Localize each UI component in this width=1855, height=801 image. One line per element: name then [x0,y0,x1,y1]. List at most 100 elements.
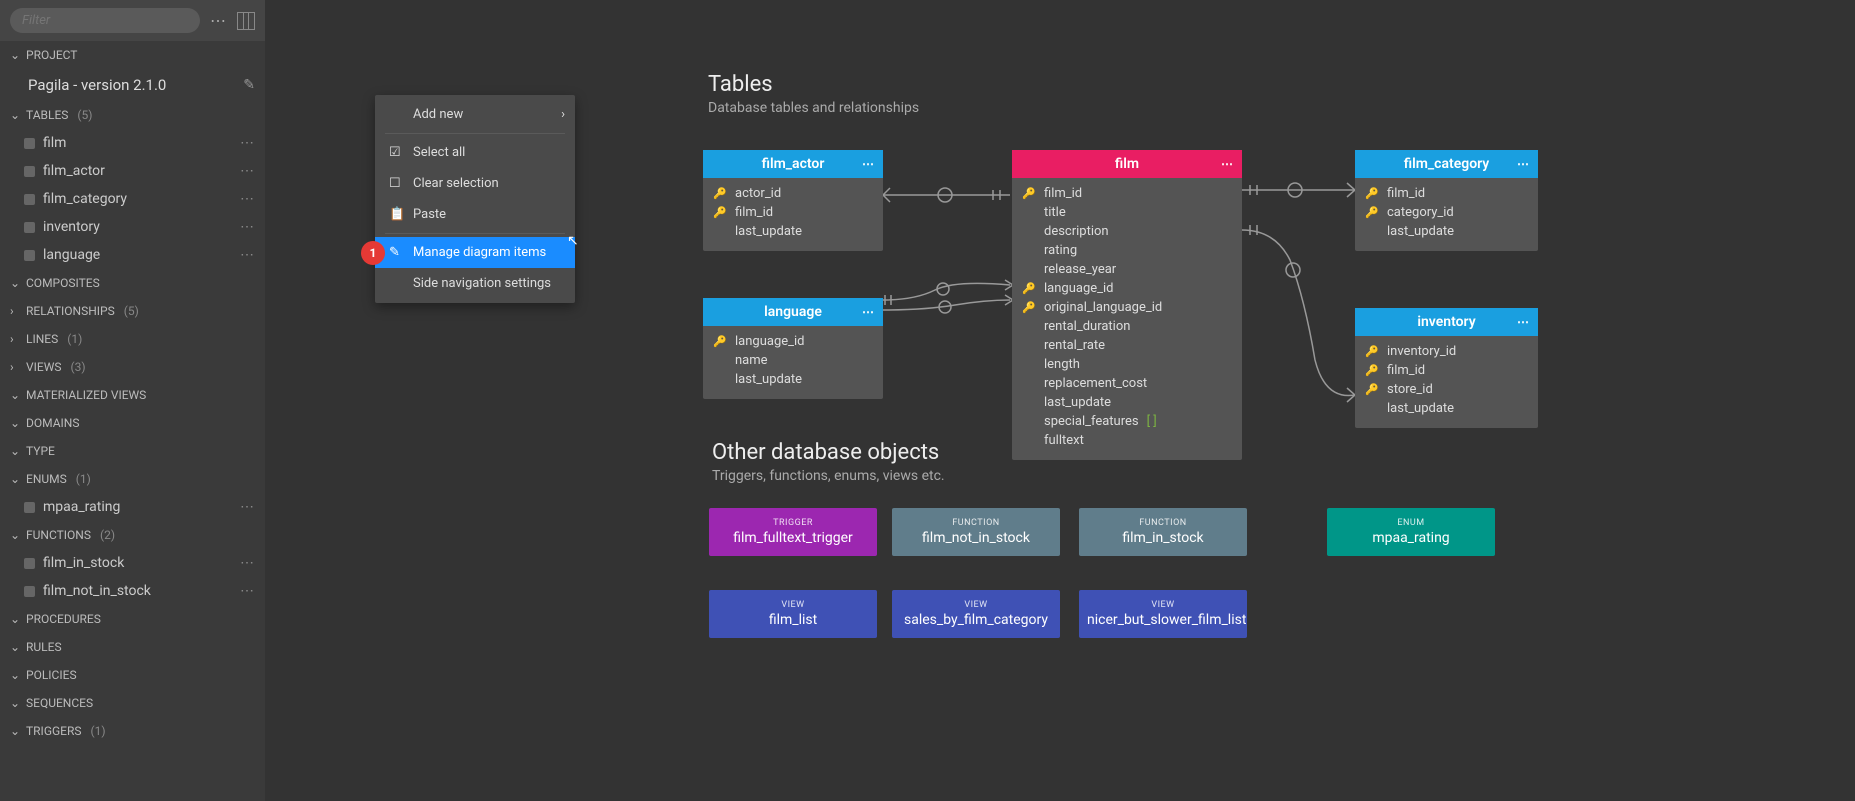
table-card-film[interactable]: film⋯ 🔑film_idtitledescriptionratingrelea… [1012,150,1242,460]
tree-item[interactable]: film⋯ [0,129,265,157]
object-card[interactable]: VIEWfilm_list [709,590,877,638]
table-header[interactable]: film⋯ [1012,150,1242,178]
table-column[interactable]: 🔑language_id [1022,279,1232,298]
table-column[interactable]: last_update [1365,222,1528,241]
table-header[interactable]: inventory⋯ [1355,308,1538,336]
menu-manage-diagram[interactable]: 1 ✎ Manage diagram items [375,237,575,268]
tree-header[interactable]: ⌄COMPOSITES [0,269,265,297]
tree-header[interactable]: ⌄TABLES (5) [0,101,265,129]
edit-icon[interactable]: ✎ [243,77,255,93]
tree-header[interactable]: ⌄ENUMS (1) [0,465,265,493]
table-column[interactable]: last_update [1022,393,1232,412]
column-name: name [735,353,768,368]
columns-icon[interactable] [237,12,255,30]
tree-header[interactable]: ⌄FUNCTIONS (2) [0,521,265,549]
table-column[interactable]: rental_duration [1022,317,1232,336]
tree-item[interactable]: film_actor⋯ [0,157,265,185]
more-icon[interactable]: ⋯ [862,157,875,171]
tree-item[interactable]: inventory⋯ [0,213,265,241]
table-column[interactable]: last_update [713,370,873,389]
menu-paste[interactable]: 📋 Paste [375,199,575,230]
menu-add-new[interactable]: Add new › [375,99,575,130]
tree-count: (2) [97,528,115,542]
more-icon[interactable]: ⋯ [240,163,255,179]
table-column[interactable]: 🔑actor_id [713,184,873,203]
tree-header[interactable]: ⌄DOMAINS [0,409,265,437]
more-icon[interactable]: ⋯ [1517,157,1530,171]
table-column[interactable]: last_update [713,222,873,241]
table-column[interactable]: fulltext [1022,431,1232,450]
more-icon[interactable]: ⋯ [240,135,255,151]
tree-header[interactable]: ⌄TRIGGERS (1) [0,717,265,745]
more-icon[interactable]: ⋯ [240,219,255,235]
table-column[interactable]: 🔑category_id [1365,203,1528,222]
table-column[interactable]: rating [1022,241,1232,260]
table-column[interactable]: 🔑film_id [1022,184,1232,203]
tree-header[interactable]: ⌄RULES [0,633,265,661]
chevron-icon: ⌄ [10,388,20,402]
more-icon[interactable]: ⋯ [862,305,875,319]
tree-header[interactable]: ⌄PROCEDURES [0,605,265,633]
table-column[interactable]: 🔑store_id [1365,380,1528,399]
tree-header[interactable]: ›LINES (1) [0,325,265,353]
table-card-inventory[interactable]: inventory⋯ 🔑inventory_id🔑film_id🔑store_id… [1355,308,1538,428]
object-card[interactable]: FUNCTIONfilm_not_in_stock [892,508,1060,556]
table-column[interactable]: 🔑film_id [713,203,873,222]
table-header[interactable]: language⋯ [703,298,883,326]
tree-header[interactable]: ⌄TYPE [0,437,265,465]
tree-header[interactable]: ›RELATIONSHIPS (5) [0,297,265,325]
tree-header[interactable]: ›VIEWS (3) [0,353,265,381]
tree-item[interactable]: mpaa_rating⋯ [0,493,265,521]
tree-header[interactable]: ⌄SEQUENCES [0,689,265,717]
table-card-film-actor[interactable]: film_actor⋯ 🔑actor_id🔑film_idlast_update [703,150,883,251]
table-card-language[interactable]: language⋯ 🔑language_idname last_update [703,298,883,399]
menu-side-nav-settings[interactable]: Side navigation settings [375,268,575,299]
tree-header[interactable]: ⌄POLICIES [0,661,265,689]
tree-header[interactable]: ⌄MATERIALIZED VIEWS [0,381,265,409]
table-column[interactable]: 🔑film_id [1365,184,1528,203]
more-icon[interactable]: ⋯ [1221,157,1234,171]
table-column[interactable]: title [1022,203,1232,222]
table-column[interactable]: length [1022,355,1232,374]
table-card-film-category[interactable]: film_category⋯ 🔑film_id🔑category_idlast_u… [1355,150,1538,251]
table-column[interactable]: release_year [1022,260,1232,279]
object-type: FUNCTION [1087,518,1239,528]
tree-item[interactable]: language ⋯ [0,241,265,269]
table-column[interactable]: 🔑language_id [713,332,873,351]
table-column[interactable]: description [1022,222,1232,241]
filter-input[interactable] [10,8,200,33]
tree-item[interactable]: film_in_stock⋯ [0,549,265,577]
tree-item[interactable]: film_category⋯ [0,185,265,213]
table-column[interactable]: rental_rate [1022,336,1232,355]
table-column[interactable]: replacement_cost [1022,374,1232,393]
object-card[interactable]: TRIGGERfilm_fulltext_trigger [709,508,877,556]
table-column[interactable]: 🔑inventory_id [1365,342,1528,361]
more-icon[interactable]: ⋯ [1517,315,1530,329]
menu-select-all[interactable]: ☑ Select all [375,137,575,168]
object-name: film_not_in_stock [900,530,1052,546]
tree-header-project[interactable]: ⌄ PROJECT [0,41,265,69]
table-column[interactable]: name [713,351,873,370]
tree-item[interactable]: film_not_in_stock⋯ [0,577,265,605]
object-card[interactable]: ENUMmpaa_rating [1327,508,1495,556]
more-icon[interactable]: ⋯ [240,555,255,571]
more-icon[interactable]: ⋯ [240,499,255,515]
object-card[interactable]: VIEWsales_by_film_category [892,590,1060,638]
table-header[interactable]: film_category⋯ [1355,150,1538,178]
table-column[interactable]: special_features [ ] [1022,412,1232,431]
more-icon[interactable]: ⋯ [240,583,255,599]
more-icon[interactable]: ⋯ [240,191,255,207]
table-header[interactable]: film_actor⋯ [703,150,883,178]
table-column[interactable]: 🔑original_language_id [1022,298,1232,317]
object-card[interactable]: FUNCTIONfilm_in_stock [1079,508,1247,556]
menu-clear-selection[interactable]: ☐ Clear selection [375,168,575,199]
item-box-icon [24,194,35,205]
table-column[interactable]: last_update [1365,399,1528,418]
sidebar: ⋯ ⌄ PROJECT Pagila - version 2.1.0 ✎ ⌄TA… [0,0,265,801]
tree-item-label: language [43,247,100,263]
project-name-row[interactable]: Pagila - version 2.1.0 ✎ [0,69,265,101]
more-icon[interactable]: ⋯ [240,247,255,263]
more-icon[interactable]: ⋯ [210,11,227,30]
table-column[interactable]: 🔑film_id [1365,361,1528,380]
object-card[interactable]: VIEWnicer_but_slower_film_list [1079,590,1247,638]
